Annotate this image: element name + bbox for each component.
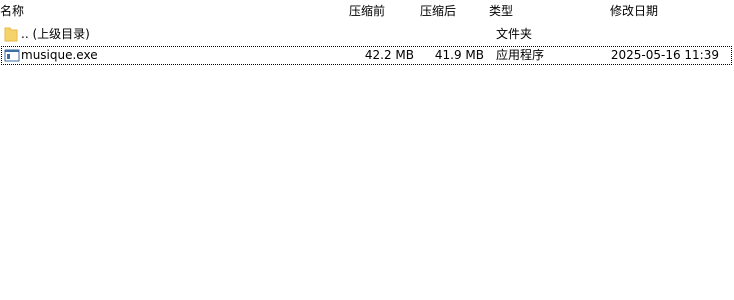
file-size (401, 25, 484, 44)
file-modified: 2025-05-16 11:39 (610, 48, 719, 62)
file-name: musique.exe (21, 48, 98, 62)
folder-icon (4, 25, 20, 44)
file-size: 41.9 MB (434, 48, 484, 62)
column-header-modified[interactable]: 修改日期 (610, 0, 730, 22)
column-header-name[interactable]: 名称 (0, 0, 340, 22)
parent-directory-row[interactable]: .. (上级目录) 文件夹 (1, 25, 732, 44)
column-header: 名称 压缩前 压缩后 类型 修改日期 (0, 0, 734, 22)
file-row-musique[interactable]: musique.exe 42.2 MB 41.9 MB 应用程序 2025-05… (1, 46, 732, 65)
file-name: .. (上级目录) (21, 27, 90, 41)
column-header-size[interactable]: 压缩后 (420, 0, 484, 22)
column-header-packed-size[interactable]: 压缩前 (349, 0, 413, 22)
column-header-type[interactable]: 类型 (489, 0, 599, 22)
exe-icon (4, 46, 20, 65)
file-list: 名称 压缩前 压缩后 类型 修改日期 .. (上级目录) 文件夹 musique… (0, 0, 734, 300)
file-modified (576, 25, 719, 44)
